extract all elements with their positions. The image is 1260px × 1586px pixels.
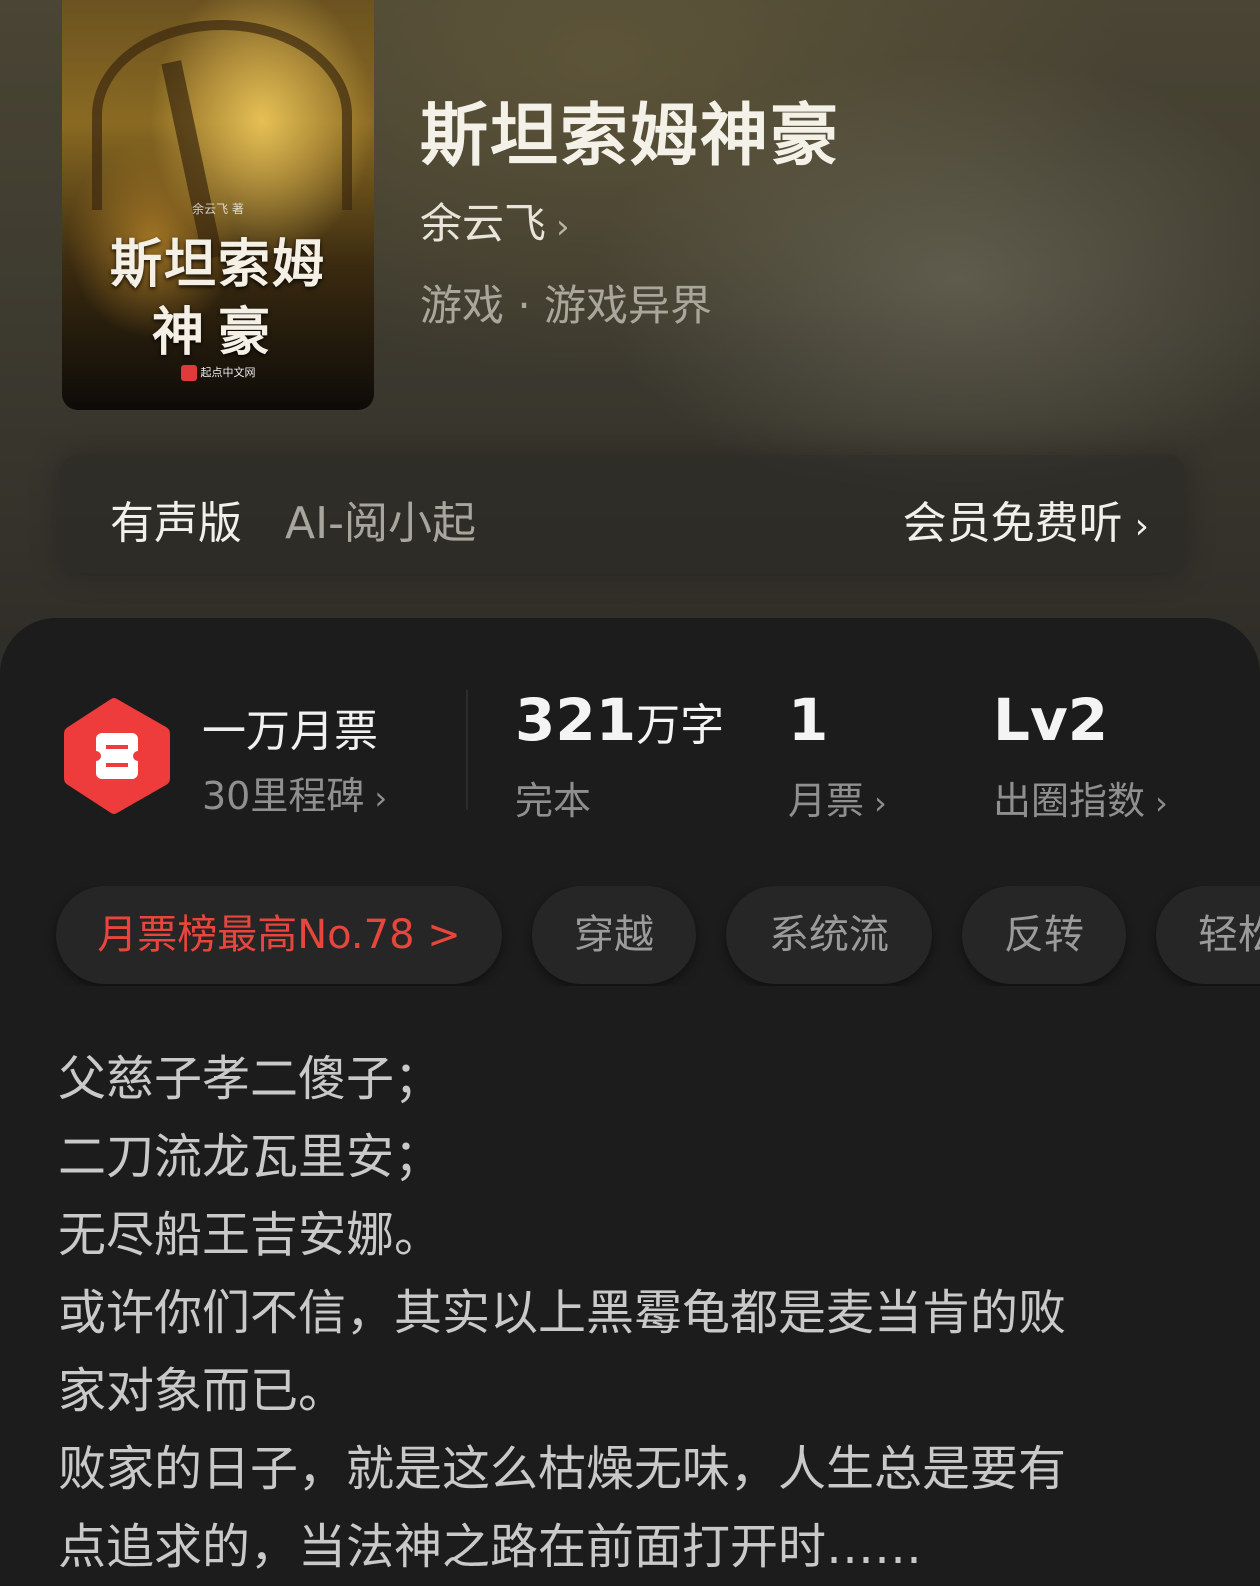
- rank-chip[interactable]: 月票榜最高No.78 >: [56, 886, 502, 984]
- monthly-votes-label: 月票: [788, 779, 865, 823]
- synopsis-line: 败家的日子，就是这么枯燥无味，人生总是要有: [58, 1441, 1067, 1497]
- influence-link[interactable]: 出圈指数 ›: [993, 770, 1168, 825]
- stats-divider: [466, 690, 468, 810]
- chevron-right-icon: ›: [556, 207, 570, 247]
- ticket-hexagon-icon[interactable]: [62, 695, 172, 817]
- member-free-listen-label: 会员免费听: [902, 498, 1123, 549]
- synopsis-line: 家对象而已。: [58, 1363, 347, 1419]
- book-cover[interactable]: 余云飞 著 斯坦索姆 神豪 起点中文网: [62, 0, 374, 410]
- genre-text: 游戏 · 游戏异界: [420, 281, 713, 330]
- cover-author: 余云飞 著: [192, 202, 244, 216]
- book-header: 余云飞 著 斯坦索姆 神豪 起点中文网 斯坦索姆神豪 余云飞 › 游戏 · 游戏异…: [0, 0, 1260, 700]
- completion-status: 完本: [515, 779, 592, 823]
- milestone-link[interactable]: 30里程碑 ›: [202, 765, 387, 820]
- synopsis-line: 或许你们不信，其实以上黑霉龟都是麦当肯的败: [58, 1285, 1067, 1341]
- cover-title-line1: 斯坦索姆: [109, 234, 326, 295]
- member-free-listen-link[interactable]: 会员免费听 ›: [903, 487, 1149, 551]
- tag-chip[interactable]: 反转: [962, 886, 1126, 984]
- synopsis[interactable]: 父慈子孝二傻子； 二刀流龙瓦里安； 无尽船王吉安娜。 或许你们不信，其实以上黑霉…: [58, 1040, 1198, 1586]
- tag-chip[interactable]: 系统流: [726, 886, 932, 984]
- book-title: 斯坦索姆神豪: [420, 96, 841, 176]
- synopsis-line: 二刀流龙瓦里安；: [58, 1129, 443, 1185]
- tag-chip[interactable]: 穿越: [532, 886, 696, 984]
- audio-voice: AI-阅小起: [285, 498, 476, 549]
- monthly-votes-value: 1: [788, 686, 829, 754]
- audio-label: 有声版: [110, 498, 242, 549]
- monthly-votes-link[interactable]: 月票 ›: [788, 770, 887, 825]
- author-name: 余云飞: [420, 199, 547, 248]
- cover-publisher-name: 起点中文网: [200, 366, 256, 379]
- chevron-right-icon: ›: [1134, 506, 1149, 547]
- milestone-label: 30里程碑: [202, 774, 365, 818]
- tag-chip[interactable]: 轻松: [1156, 886, 1260, 984]
- word-count: 321万字: [515, 686, 724, 754]
- word-count-number: 321: [515, 686, 637, 754]
- synopsis-line: 无尽船王吉安娜。: [58, 1207, 443, 1263]
- cover-title-line2: 神豪: [151, 302, 284, 363]
- badge-title: 一万月票: [202, 706, 378, 757]
- cover-art-arch: [92, 20, 352, 210]
- cover-publisher: 起点中文网: [62, 364, 374, 381]
- author-link[interactable]: 余云飞 ›: [420, 190, 570, 251]
- synopsis-line: 父慈子孝二傻子；: [58, 1051, 443, 1107]
- chevron-right-icon: ›: [874, 784, 887, 822]
- audio-version-bar[interactable]: 有声版 AI-阅小起 会员免费听 ›: [60, 455, 1185, 573]
- word-count-unit: 万字: [636, 700, 725, 751]
- chevron-right-icon: ›: [1155, 784, 1168, 822]
- synopsis-line: 点追求的，当法神之路在前面打开时……: [58, 1519, 923, 1575]
- publisher-logo-icon: [180, 365, 197, 381]
- influence-label: 出圈指数: [993, 779, 1146, 823]
- influence-value: Lv2: [993, 686, 1109, 754]
- chevron-right-icon: ›: [374, 779, 388, 817]
- tag-list: 月票榜最高No.78 > 穿越 系统流 反转 轻松: [0, 886, 1260, 986]
